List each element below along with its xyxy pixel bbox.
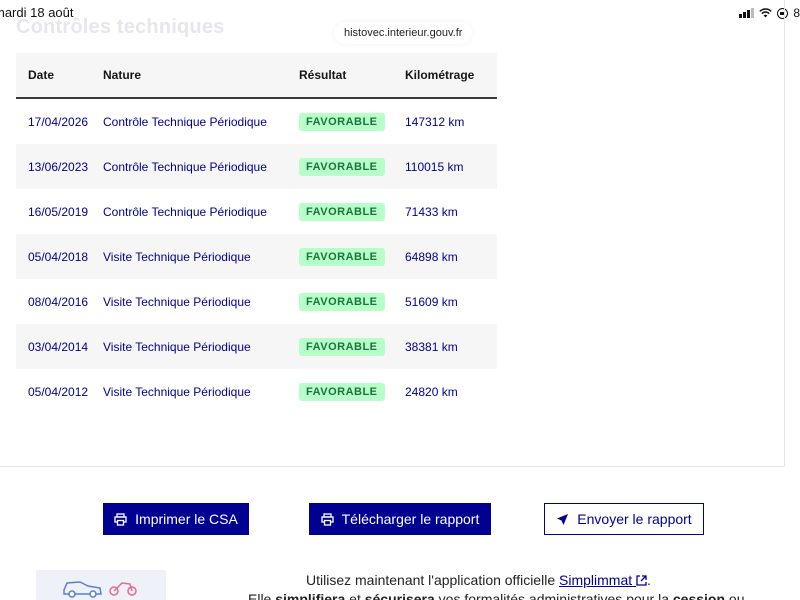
download-report-label: Télécharger le rapport bbox=[341, 511, 480, 527]
header-date: Date bbox=[28, 68, 55, 82]
cell-nature: Visite Technique Périodique bbox=[103, 384, 251, 399]
battery-percent: 8 bbox=[793, 6, 800, 20]
send-report-label: Envoyer le rapport bbox=[577, 511, 692, 527]
promo-description: Elle simplifiera et sécurisera vos forma… bbox=[248, 591, 745, 600]
cell-date: 17/04/2026 bbox=[28, 114, 89, 129]
download-report-button[interactable]: Télécharger le rapport bbox=[309, 503, 491, 535]
table-row: 17/04/2026 Contrôle Technique Périodique… bbox=[16, 99, 497, 144]
inspection-table: Date Nature Résultat Kilométrage 17/04/2… bbox=[16, 53, 497, 414]
cell-mileage: 147312 km bbox=[405, 114, 465, 129]
promo-line1-prefix: Utilisez maintenant l'application offici… bbox=[306, 572, 556, 588]
external-link-icon bbox=[636, 575, 647, 586]
result-badge: FAVORABLE bbox=[299, 383, 385, 401]
cell-mileage: 51609 km bbox=[405, 294, 458, 309]
simplimmat-logo bbox=[36, 570, 166, 600]
cell-nature: Visite Technique Périodique bbox=[103, 339, 251, 354]
simplimmat-link[interactable]: Simplimmat bbox=[559, 572, 647, 588]
result-badge: FAVORABLE bbox=[299, 113, 385, 131]
send-report-button[interactable]: Envoyer le rapport bbox=[544, 503, 704, 535]
cell-date: 03/04/2014 bbox=[28, 339, 89, 354]
vehicles-icon bbox=[63, 581, 137, 598]
table-row: 05/04/2012 Visite Technique Périodique F… bbox=[16, 369, 497, 414]
promo-text: Utilisez maintenant l'application offici… bbox=[306, 572, 651, 588]
cell-date: 16/05/2019 bbox=[28, 204, 89, 219]
print-csa-label: Imprimer le CSA bbox=[135, 511, 238, 527]
cell-mileage: 64898 km bbox=[405, 249, 458, 264]
cell-date: 13/06/2023 bbox=[28, 159, 89, 174]
table-row: 16/05/2019 Contrôle Technique Périodique… bbox=[16, 189, 497, 234]
cell-date: 08/04/2016 bbox=[28, 294, 89, 309]
cell-nature: Visite Technique Périodique bbox=[103, 294, 251, 309]
cell-nature: Contrôle Technique Périodique bbox=[103, 159, 267, 174]
table-row: 13/06/2023 Contrôle Technique Périodique… bbox=[16, 144, 497, 189]
printer-icon bbox=[114, 512, 127, 526]
send-arrow-icon bbox=[557, 513, 569, 525]
header-nature: Nature bbox=[103, 68, 142, 82]
cell-mileage: 110015 km bbox=[405, 159, 464, 174]
result-badge: FAVORABLE bbox=[299, 293, 385, 311]
result-badge: FAVORABLE bbox=[299, 248, 385, 266]
result-badge: FAVORABLE bbox=[299, 338, 385, 356]
printer-icon bbox=[320, 512, 334, 526]
cell-nature: Visite Technique Périodique bbox=[103, 249, 251, 264]
cell-date: 05/04/2012 bbox=[28, 384, 89, 399]
result-badge: FAVORABLE bbox=[299, 158, 385, 176]
cell-nature: Contrôle Technique Périodique bbox=[103, 204, 267, 219]
cell-mileage: 24820 km bbox=[405, 384, 458, 399]
cell-nature: Contrôle Technique Périodique bbox=[103, 114, 267, 129]
table-header: Date Nature Résultat Kilométrage bbox=[16, 53, 497, 99]
print-csa-button[interactable]: Imprimer le CSA bbox=[103, 503, 249, 535]
cell-mileage: 38381 km bbox=[405, 339, 458, 354]
cell-mileage: 71433 km bbox=[405, 204, 458, 219]
header-result: Résultat bbox=[299, 68, 347, 82]
cell-date: 05/04/2018 bbox=[28, 249, 89, 264]
table-row: 08/04/2016 Visite Technique Périodique F… bbox=[16, 279, 497, 324]
result-badge: FAVORABLE bbox=[299, 203, 385, 221]
table-row: 03/04/2014 Visite Technique Périodique F… bbox=[16, 324, 497, 369]
table-row: 05/04/2018 Visite Technique Périodique F… bbox=[16, 234, 497, 279]
header-mileage: Kilométrage bbox=[405, 68, 475, 82]
